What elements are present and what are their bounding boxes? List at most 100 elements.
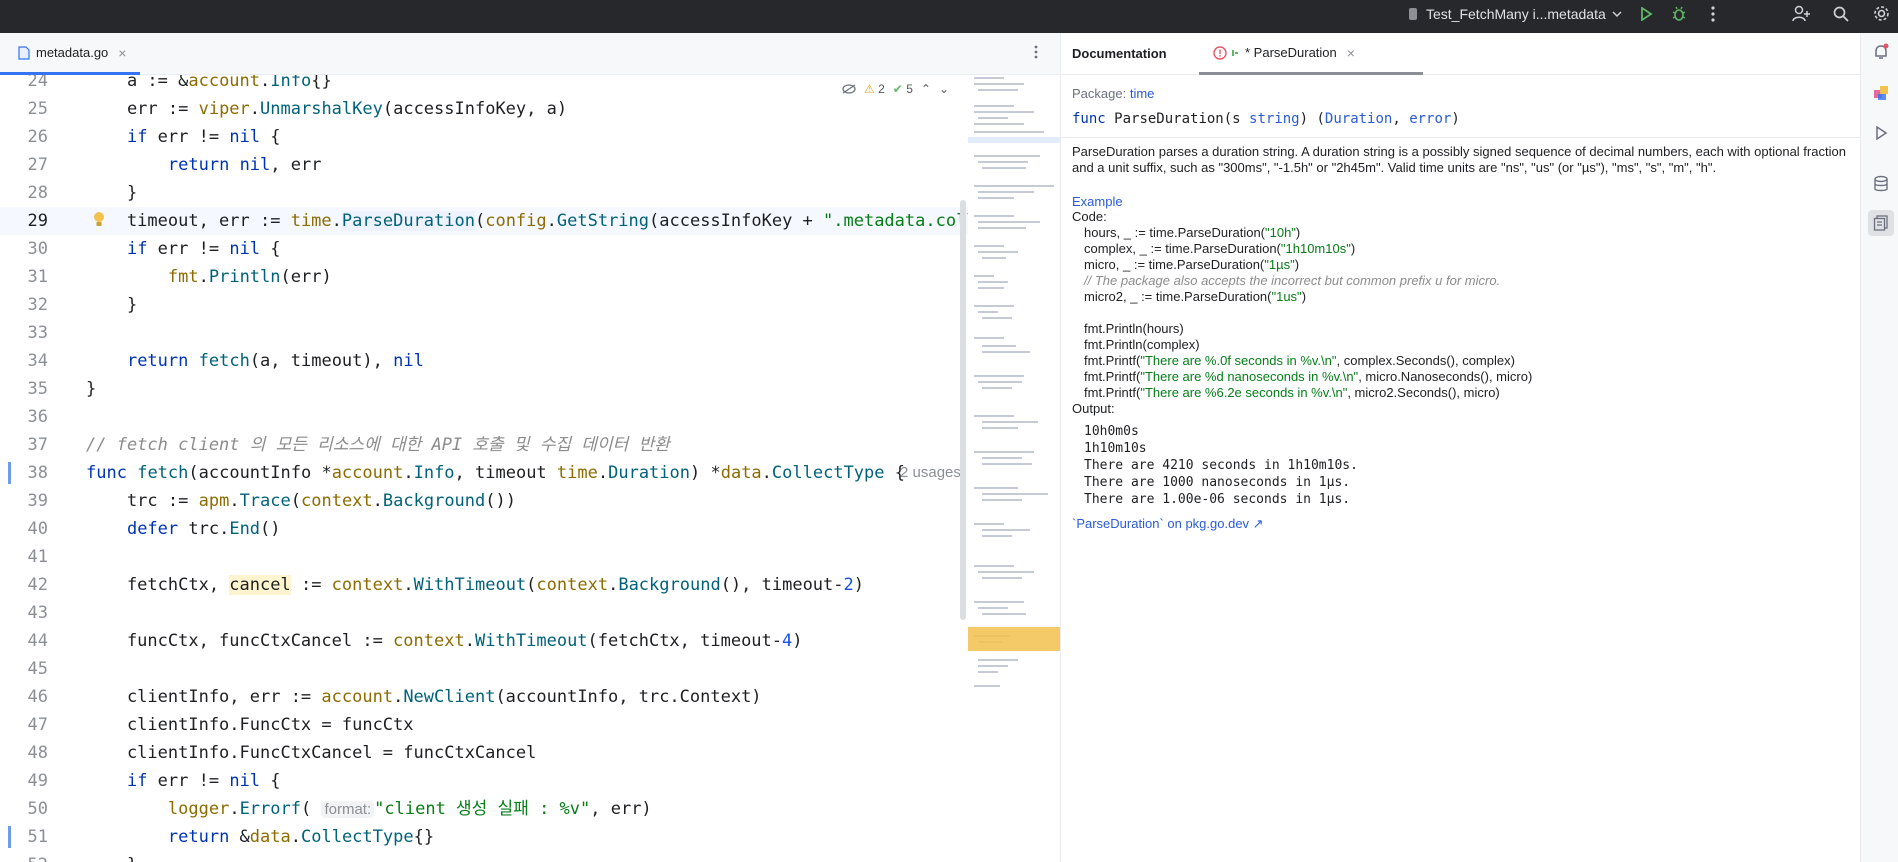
title-bar: Test_FetchMany i...metadata (0, 0, 1898, 33)
code-line: 44 funcCtx, funcCtxCancel := context.Wit… (0, 627, 1060, 655)
example-code-text: , micro2.Seconds(), micro) (1347, 385, 1500, 400)
code-line: 35 } (0, 375, 1060, 403)
code-label: Code: (1072, 209, 1107, 224)
sig-return-duration-link[interactable]: Duration (1325, 111, 1392, 127)
code-text: a := &account.Info{} (86, 75, 332, 91)
line-number: 33 (27, 323, 48, 343)
tab-parse-duration-doc[interactable]: * ParseDuration × (1199, 33, 1423, 75)
code-text: err := viper.UnmarshalKey(accessInfoKey,… (86, 99, 568, 119)
notifications-button[interactable] (1870, 41, 1892, 63)
code-line: 25 err := viper.UnmarshalKey(accessInfoK… (0, 95, 1060, 123)
debug-button[interactable] (1666, 0, 1692, 27)
plugins-button[interactable] (1870, 82, 1892, 104)
documentation-icon (1873, 215, 1888, 231)
line-number: 39 (27, 491, 48, 511)
code-text: clientInfo.FuncCtx = funcCtx (86, 715, 414, 735)
right-tool-strip (1860, 33, 1898, 862)
line-number: 43 (27, 603, 48, 623)
chevron-down-icon (1612, 10, 1622, 17)
usages-hint[interactable]: 2 usages (900, 459, 961, 487)
code-line: 43 (0, 599, 1060, 627)
example-string: "1h10m10s" (1280, 241, 1351, 256)
code-editor[interactable]: ⚠ 2 ✔ 5 ⌃ ⌄ 24 a := &account.Info{} 25 e… (0, 75, 1060, 862)
line-number: 42 (27, 575, 48, 595)
code-text: } (86, 295, 138, 315)
sig-sep: , (1392, 111, 1410, 127)
close-doc-tab-icon[interactable]: × (1347, 45, 1355, 61)
sig-mid: ) ( (1299, 111, 1325, 127)
tab-bar-menu-button[interactable] (1034, 45, 1046, 63)
code-line: 49 if err != nil { (0, 767, 1060, 795)
example-line: fmt.Println(complex) (1084, 337, 1200, 352)
example-code-text: fmt.Printf( (1084, 369, 1141, 384)
example-string: "1µs" (1264, 257, 1295, 272)
sig-param-type-link[interactable]: string (1249, 111, 1300, 127)
code-line: 30 if err != nil { (0, 235, 1060, 263)
example-code-text: hours, _ := time.ParseDuration( (1084, 225, 1265, 240)
example-string: "10h" (1265, 225, 1296, 240)
example-output: 10h0m0s 1h10m10s There are 4210 seconds … (1072, 423, 1852, 508)
line-number: 46 (27, 687, 48, 707)
run-button[interactable] (1633, 0, 1659, 27)
documentation-tool-button[interactable] (1868, 210, 1894, 236)
line-number: 28 (27, 183, 48, 203)
database-icon (1874, 175, 1888, 192)
code-line: 50 logger.Errorf( format: "client 생성 실패 :… (0, 795, 1060, 823)
code-line: 34 return fetch(a, timeout), nil (0, 347, 1060, 375)
sig-return-error-link[interactable]: error (1409, 111, 1451, 127)
tab-metadata-go[interactable]: metadata.go × (0, 33, 140, 75)
output-line: There are 4210 seconds in 1h10m10s. (1084, 458, 1358, 473)
doc-description: ParseDuration parses a duration string. … (1072, 144, 1846, 175)
code-line: 27 return nil, err (0, 151, 1060, 179)
add-user-button[interactable] (1788, 0, 1814, 27)
doc-panel-header: Documentation * ParseDuration × (1061, 33, 1860, 75)
run-tool-button[interactable] (1870, 122, 1892, 144)
bell-icon (1875, 43, 1889, 59)
output-line: 1h10m10s (1084, 441, 1147, 456)
line-number: 47 (27, 715, 48, 735)
editor-scrollbar[interactable] (960, 200, 966, 620)
example-code-text: micro2, _ := time.ParseDuration( (1084, 289, 1272, 304)
database-button[interactable] (1870, 173, 1892, 195)
tab-label: metadata.go (36, 45, 109, 60)
example-string: "There are %.0f seconds in %v.\n" (1140, 353, 1337, 368)
search-button[interactable] (1828, 0, 1854, 27)
example-line: fmt.Printf("There are %.0f seconds in %v… (1072, 353, 1852, 369)
code-text: return nil, err (167, 155, 322, 175)
code-text: return &data.CollectType{} (167, 827, 435, 847)
close-tab-icon[interactable]: × (118, 45, 126, 61)
example-link[interactable]: Example (1072, 194, 1852, 209)
example-code-text: ) (1350, 241, 1356, 256)
code-line: 51 return &data.CollectType{} (0, 823, 1060, 851)
code-line: 33 (0, 319, 1060, 347)
sig-close: ) (1451, 111, 1460, 127)
example-code-text: complex, _ := time.ParseDuration( (1084, 241, 1281, 256)
doc-separator (1061, 137, 1863, 138)
code-minimap[interactable] (968, 75, 1060, 862)
code-line: 39 trc := apm.Trace(context.Background()… (0, 487, 1060, 515)
more-vertical-icon (1034, 45, 1038, 59)
code-line: 45 (0, 655, 1060, 683)
go-function-icon (1232, 49, 1238, 56)
code-line: 42 fetchCtx, cancel := context.WithTimeo… (0, 571, 1060, 599)
add-user-icon (1792, 5, 1810, 21)
package-link[interactable]: time (1130, 86, 1155, 101)
minimap-graphic (968, 77, 1060, 687)
sig-function-name: ParseDuration (1114, 111, 1224, 127)
settings-button[interactable] (1868, 0, 1894, 27)
example-line: micro2, _ := time.ParseDuration("1us") (1072, 289, 1852, 305)
device-icon (1409, 7, 1417, 20)
run-config-selector[interactable]: Test_FetchMany i...metadata (1408, 0, 1622, 27)
line-number: 32 (27, 295, 48, 315)
line-number: 41 (27, 547, 48, 567)
more-actions-button[interactable] (1700, 0, 1726, 27)
output-line: 10h0m0s (1084, 424, 1139, 439)
code-comment: // fetch client 의 모든 리소스에 대한 API 호출 및 수집… (86, 435, 670, 455)
code-text: if err != nil { (126, 771, 281, 791)
editor-tab-bar: metadata.go × (0, 33, 1060, 75)
pkg-go-dev-link[interactable]: `ParseDuration` on pkg.go.dev ↗ (1072, 516, 1852, 532)
code-line: 32 } (0, 291, 1060, 319)
example-code-text: ) (1295, 225, 1301, 240)
line-number: 35 (27, 379, 48, 399)
error-icon (1213, 45, 1227, 60)
